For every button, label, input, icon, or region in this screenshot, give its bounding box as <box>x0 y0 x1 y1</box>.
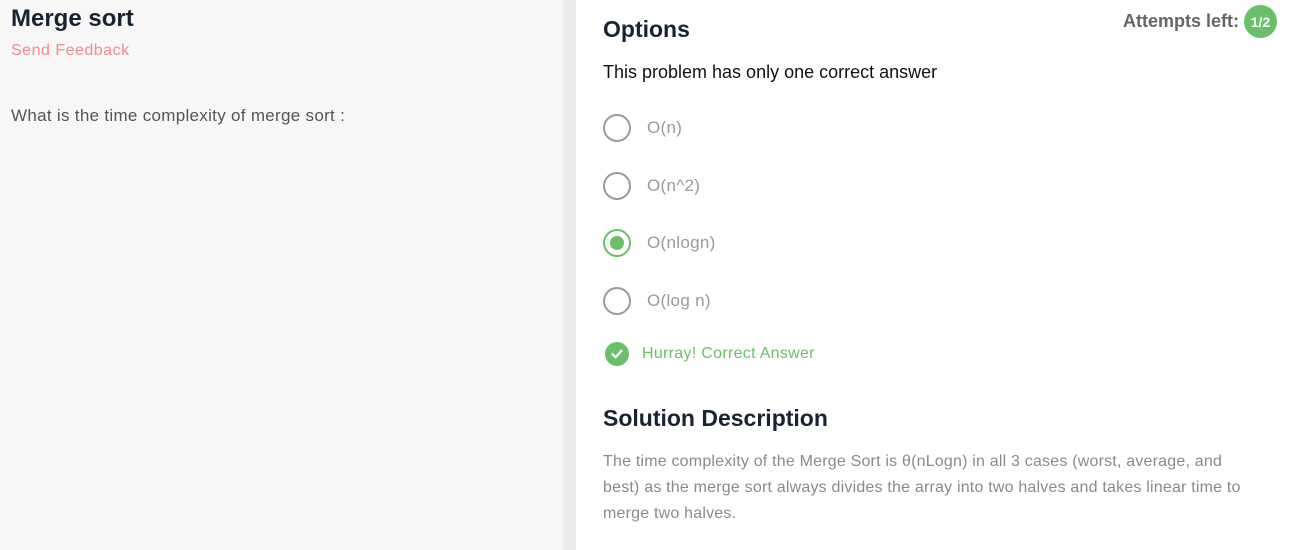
option-o-n-squared[interactable]: O(n^2) <box>603 172 700 200</box>
option-o-n[interactable]: O(n) <box>603 114 682 142</box>
solution-heading: Solution Description <box>603 405 828 431</box>
answer-result: Hurray! Correct Answer <box>605 342 815 366</box>
option-label: O(nlogn) <box>647 233 716 252</box>
problem-title: Merge sort <box>11 5 134 32</box>
result-text: Hurray! Correct Answer <box>642 345 815 362</box>
option-o-nlogn[interactable]: O(nlogn) <box>603 229 716 257</box>
solution-text: The time complexity of the Merge Sort is… <box>603 453 1241 522</box>
radio-button-selected[interactable] <box>603 229 631 257</box>
radio-button[interactable] <box>603 287 631 315</box>
question-text: What is the time complexity of merge sor… <box>11 106 346 125</box>
pane-divider[interactable] <box>563 0 576 550</box>
radio-button[interactable] <box>603 172 631 200</box>
radio-dot <box>610 236 624 250</box>
option-label: O(n) <box>647 118 683 137</box>
option-label: O(log n) <box>647 291 711 310</box>
answer-instruction: This problem has only one correct answer <box>603 62 938 82</box>
options-heading: Options <box>603 16 690 42</box>
send-feedback-link[interactable]: Send Feedback <box>11 42 130 60</box>
problem-pane: Merge sort Send Feedback What is the tim… <box>0 0 563 550</box>
option-o-log-n[interactable]: O(log n) <box>603 287 711 315</box>
attempts-indicator: Attempts left: 1/2 <box>1123 5 1277 38</box>
options-pane: Options Attempts left: 1/2 This problem … <box>576 0 1293 550</box>
attempts-label: Attempts left: <box>1123 11 1239 31</box>
option-label: O(n^2) <box>647 176 701 195</box>
check-circle-icon <box>605 342 629 366</box>
attempts-badge: 1/2 <box>1244 5 1277 38</box>
radio-button[interactable] <box>603 114 631 142</box>
